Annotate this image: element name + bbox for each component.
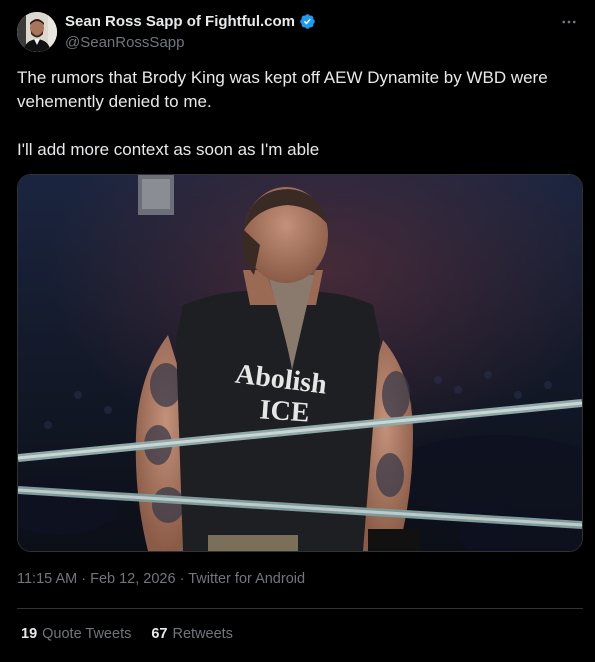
verified-badge-icon xyxy=(300,14,315,29)
meta-separator: · xyxy=(175,571,189,587)
avatar-photo xyxy=(17,12,57,52)
tweet-paragraph: I'll add more context as soon as I'm abl… xyxy=(17,140,320,159)
quote-tweets-count: 19 xyxy=(21,626,38,642)
more-options-button[interactable] xyxy=(559,12,579,32)
tweet-paragraph: The rumors that Brody King was kept off … xyxy=(17,68,548,111)
tweet-card: Sean Ross Sapp of Fightful.com @SeanRoss… xyxy=(0,0,595,662)
retweets-label: Retweets xyxy=(172,626,233,642)
tweet-meta: 11:15 AM · Feb 12, 2026 · Twitter for An… xyxy=(17,571,305,587)
tweet-date[interactable]: Feb 12, 2026 xyxy=(90,571,175,587)
tweet-source[interactable]: Twitter for Android xyxy=(188,571,305,587)
tweet-time[interactable]: 11:15 AM xyxy=(17,571,77,587)
tweet-text: The rumors that Brody King was kept off … xyxy=(17,66,577,162)
author-name-row[interactable]: Sean Ross Sapp of Fightful.com xyxy=(65,13,316,30)
shirt-text-line2: ICE xyxy=(259,394,311,428)
avatar[interactable] xyxy=(17,12,57,52)
quote-tweets-label: Quote Tweets xyxy=(42,626,132,642)
tweet-media-photo[interactable]: Abolish ICE xyxy=(17,174,583,552)
quote-tweets-stat[interactable]: 19 Quote Tweets xyxy=(21,626,131,642)
more-icon xyxy=(562,20,576,24)
author-handle[interactable]: @SeanRossSapp xyxy=(65,34,184,51)
tweet-stats: 19 Quote Tweets 67 Retweets xyxy=(21,626,253,642)
retweets-stat[interactable]: 67 Retweets xyxy=(151,626,233,642)
meta-separator: · xyxy=(77,571,91,587)
retweets-count: 67 xyxy=(151,626,168,642)
divider xyxy=(17,608,583,609)
author-display-name[interactable]: Sean Ross Sapp of Fightful.com xyxy=(65,13,295,30)
wrestler-photo: Abolish ICE xyxy=(18,175,582,551)
